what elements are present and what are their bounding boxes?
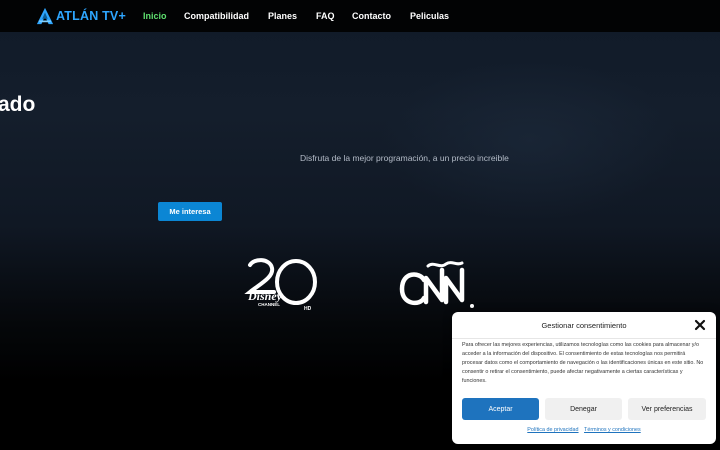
nav-item-inicio[interactable]: Inicio bbox=[143, 11, 167, 21]
brand-logo[interactable]: ATLÁN TV+ bbox=[36, 6, 126, 26]
consent-body-text: Para ofrecer las mejores experiencias, u… bbox=[462, 342, 704, 384]
consent-divider bbox=[452, 338, 716, 339]
cnn-logo-icon bbox=[399, 261, 474, 308]
nav-item-planes[interactable]: Planes bbox=[268, 11, 297, 21]
disney-channel-hd-badge: HD bbox=[304, 306, 312, 312]
hero-subtitle: Disfruta de la mejor programación, a un … bbox=[300, 153, 509, 163]
privacy-policy-link[interactable]: Política de privacidad bbox=[527, 427, 578, 433]
navbar: ATLÁN TV+ Inicio Compatibilidad Planes F… bbox=[0, 0, 720, 32]
disney-channel-subtext: CHANNEL bbox=[258, 302, 280, 307]
disney-channel-hd-logo-icon: Disney CHANNEL HD bbox=[244, 258, 317, 312]
consent-dialog: Gestionar consentimiento Para ofrecer la… bbox=[452, 312, 716, 444]
view-preferences-button[interactable]: Ver preferencias bbox=[628, 398, 706, 420]
consent-links: Política de privacidad Términos y condic… bbox=[452, 427, 716, 433]
close-icon[interactable] bbox=[694, 319, 706, 331]
deny-button[interactable]: Denegar bbox=[545, 398, 622, 420]
nav-item-compatibilidad[interactable]: Compatibilidad bbox=[184, 11, 249, 21]
accept-button[interactable]: Aceptar bbox=[462, 398, 539, 420]
nav-item-faq[interactable]: FAQ bbox=[316, 11, 335, 21]
hero-heading: ado bbox=[0, 93, 36, 116]
nav-item-contacto[interactable]: Contacto bbox=[352, 11, 391, 21]
nav-item-peliculas[interactable]: Peliculas bbox=[410, 11, 449, 21]
me-interesa-button[interactable]: Me interesa bbox=[158, 202, 222, 221]
hero-glow bbox=[380, 60, 680, 220]
consent-title: Gestionar consentimiento bbox=[541, 321, 627, 330]
disney-channel-name: Disney bbox=[247, 289, 283, 303]
brand-name: ATLÁN TV+ bbox=[56, 9, 126, 23]
atlan-a-logo-icon bbox=[36, 7, 54, 25]
terms-link[interactable]: Términos y condiciones bbox=[584, 427, 641, 433]
